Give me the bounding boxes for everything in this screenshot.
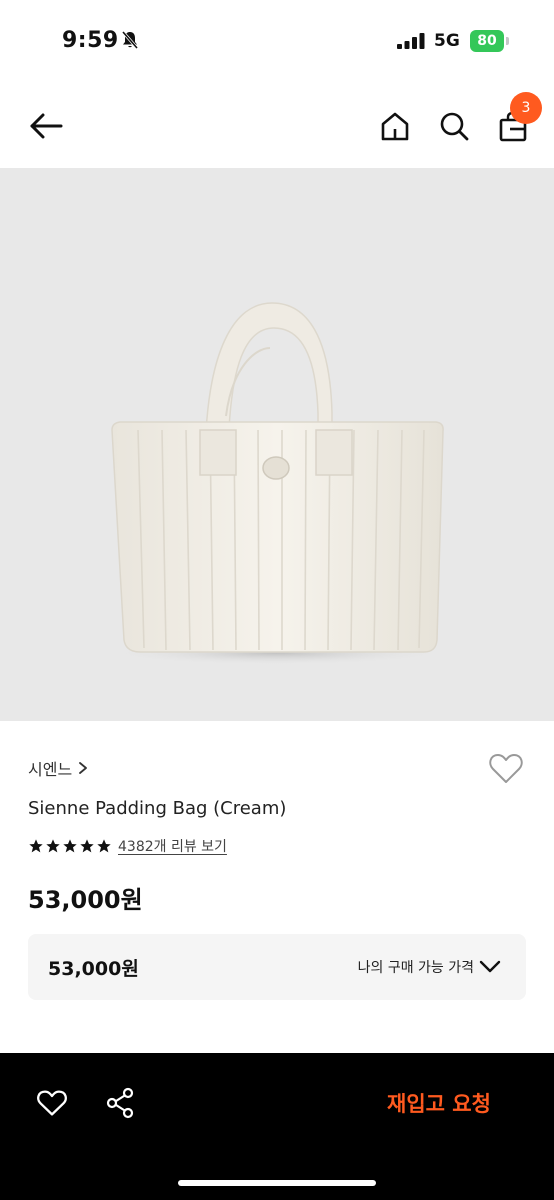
star-icon (97, 839, 111, 853)
cart-count-badge: 3 (510, 92, 542, 124)
bell-muted-icon (121, 31, 139, 49)
tote-bag-illustration (106, 302, 446, 665)
wishlist-button[interactable] (486, 748, 526, 788)
brand-name: 시엔느 (28, 760, 73, 779)
product-price: 53,000원 (28, 886, 143, 914)
share-button[interactable] (100, 1083, 140, 1123)
home-icon (381, 112, 409, 141)
share-icon (106, 1087, 134, 1119)
battery-icon: 80 (470, 30, 510, 52)
star-icon (46, 839, 60, 853)
product-rating: 4382개 리뷰 보기 (28, 836, 227, 856)
my-price-label: 나의 구매 가능 가격 (357, 960, 474, 976)
search-icon (440, 112, 469, 141)
arrow-left-icon (30, 113, 63, 139)
chevron-right-icon (79, 762, 88, 774)
status-time: 9:59 (62, 28, 119, 53)
star-icon (29, 839, 43, 853)
battery-tip (506, 37, 509, 45)
my-price-dropdown[interactable]: 53,000원 나의 구매 가능 가격 (28, 934, 526, 1000)
search-button[interactable] (434, 106, 474, 146)
heart-icon (489, 754, 523, 783)
star-icon (80, 839, 94, 853)
star-rating (28, 838, 112, 854)
back-button[interactable] (26, 106, 66, 146)
home-indicator (178, 1180, 376, 1186)
signal-icon (397, 33, 425, 49)
battery-level: 80 (470, 30, 504, 52)
bottom-wishlist-button[interactable] (32, 1083, 72, 1123)
product-title: Sienne Padding Bag (Cream) (28, 798, 287, 819)
restock-request-button[interactable]: 재입고 요청 (356, 1083, 522, 1123)
review-link[interactable]: 4382개 리뷰 보기 (118, 836, 227, 856)
status-bar: 9:59 5G 80 (0, 0, 554, 84)
navigation-bar (0, 84, 554, 168)
chevron-down-icon (479, 960, 501, 973)
bottom-action-bar: 재입고 요청 (0, 1053, 554, 1200)
heart-icon (37, 1090, 67, 1116)
star-icon (63, 839, 77, 853)
product-image[interactable] (0, 168, 554, 721)
brand-link[interactable]: 시엔느 (28, 756, 88, 780)
network-type: 5G (434, 31, 460, 51)
home-button[interactable] (375, 106, 415, 146)
my-price-value: 53,000원 (48, 958, 139, 980)
